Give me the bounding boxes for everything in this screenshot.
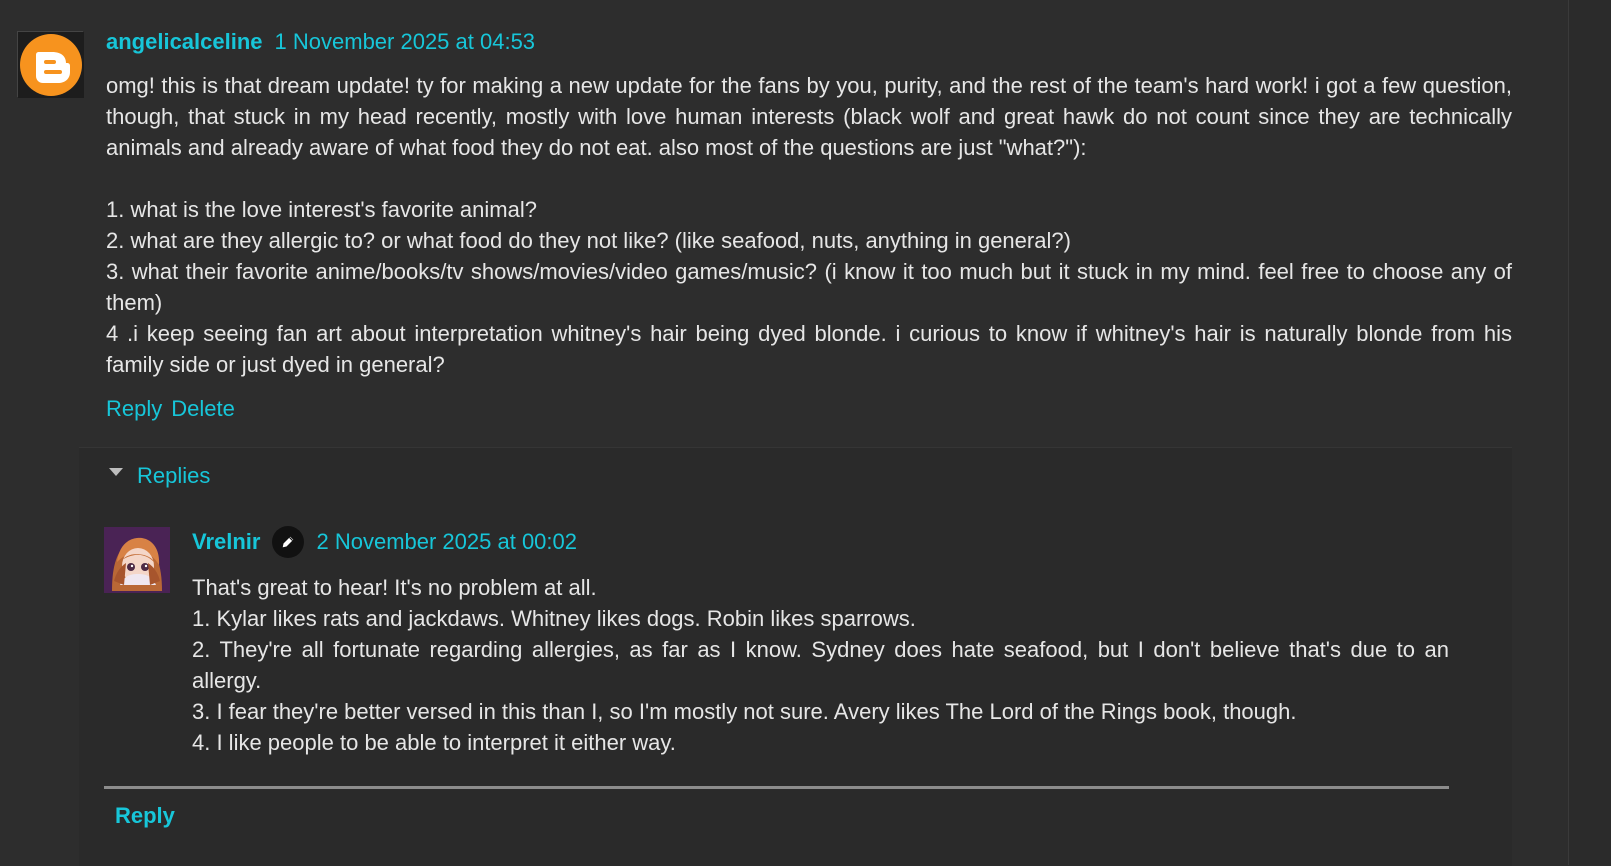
comment-timestamp-link[interactable]: 1 November 2025 at 04:53 [275, 29, 536, 55]
comment-text: omg! this is that dream update! ty for m… [106, 70, 1512, 380]
reply-body: Vrelnir 2 November 2025 at 00:02 That's … [192, 526, 1449, 758]
comment-body: angelicalceline 1 November 2025 at 04:53… [106, 28, 1512, 422]
reply-line: That's great to hear! It's no problem at… [192, 575, 597, 600]
delete-link[interactable]: Delete [171, 396, 235, 422]
reply-link[interactable]: Reply [106, 396, 162, 422]
comment-list-item: 1. what is the love interest's favorite … [106, 197, 537, 222]
comment-paragraph: omg! this is that dream update! ty for m… [106, 73, 1512, 160]
reply-line: 1. Kylar likes rats and jackdaws. Whitne… [192, 606, 916, 631]
reply-header: Vrelnir 2 November 2025 at 00:02 [192, 526, 1449, 558]
comment-list-item: 2. what are they allergic to? or what fo… [106, 228, 1071, 253]
replies-panel: Replies Vrelnir 2 November 2025 at 00:02… [79, 447, 1512, 866]
comment-actions: Reply Delete [106, 396, 1512, 422]
comment-header: angelicalceline 1 November 2025 at 04:53 [106, 28, 1512, 56]
right-sidebar-rail [1568, 0, 1611, 865]
reply-line: 2. They're all fortunate regarding aller… [192, 637, 1449, 693]
reply-author-link[interactable]: Vrelnir [192, 529, 260, 555]
reply-line: 4. I like people to be able to interpret… [192, 730, 676, 755]
comment-author-link[interactable]: angelicalceline [106, 29, 263, 55]
replies-toggle[interactable]: Replies [109, 463, 210, 489]
reply-timestamp-link[interactable]: 2 November 2025 at 00:02 [316, 529, 577, 555]
triangle-down-icon[interactable] [109, 468, 123, 476]
comment-list-item: 3. what their favorite anime/books/tv sh… [106, 259, 1512, 315]
reply-line: 3. I fear they're better versed in this … [192, 699, 1297, 724]
blogger-logo-icon[interactable] [17, 31, 84, 98]
reply-divider [104, 786, 1449, 789]
anime-avatar-icon[interactable] [104, 527, 170, 593]
footer-reply-link[interactable]: Reply [115, 803, 175, 829]
reply-text: That's great to hear! It's no problem at… [192, 572, 1449, 758]
comment-list-item: 4 .i keep seeing fan art about interpret… [106, 321, 1512, 377]
replies-toggle-label[interactable]: Replies [137, 463, 210, 489]
pencil-icon [272, 526, 305, 558]
